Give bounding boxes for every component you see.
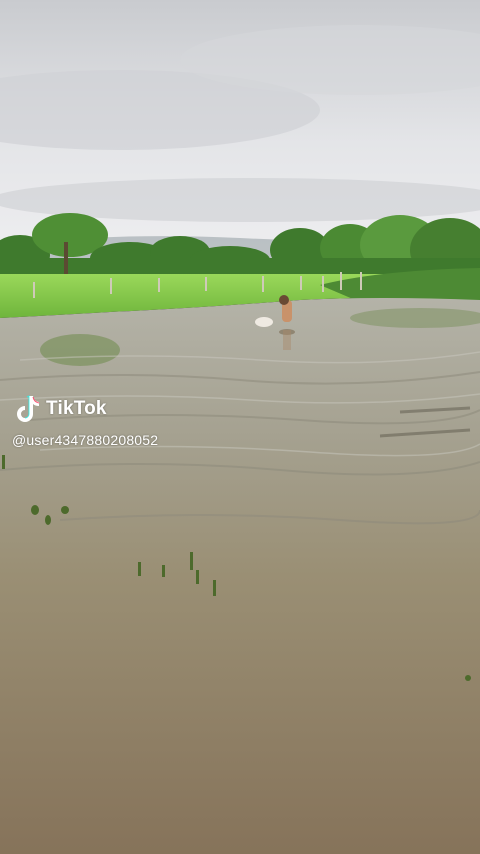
tiktok-watermark: TikTok bbox=[14, 394, 107, 424]
flooded-field-scene bbox=[0, 0, 480, 854]
video-frame: TikTok @user4347880208052 bbox=[0, 0, 480, 854]
flood-water bbox=[0, 298, 480, 854]
tiktok-logo-icon bbox=[17, 395, 40, 422]
tiktok-username: @user4347880208052 bbox=[12, 432, 159, 448]
tiktok-brand-label: TikTok bbox=[46, 398, 107, 419]
